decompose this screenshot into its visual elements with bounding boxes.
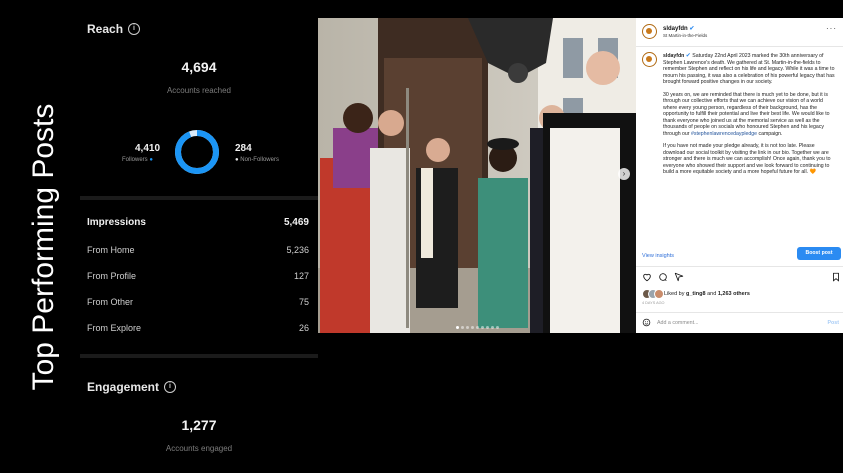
post-header: sldayfdn ✔ St Martin-in-the-Fields ··· — [636, 18, 843, 47]
info-icon[interactable]: i — [164, 381, 177, 393]
chevron-right-icon: › — [622, 169, 626, 178]
liked-by-text: Liked by g_ting8 and 1,263 others — [664, 291, 750, 297]
engagement-title: Engagement — [87, 380, 160, 394]
carousel-dot — [495, 326, 499, 329]
engagement-header: Engagement i — [87, 380, 177, 394]
post-location[interactable]: St Martin-in-the-Fields — [663, 33, 707, 38]
carousel-dot — [465, 326, 469, 329]
impressions-source-row: From Home 5,236 — [87, 245, 309, 255]
post-photo-illustration — [318, 18, 636, 333]
carousel-dot — [455, 326, 459, 329]
non-followers-value: 284 — [235, 143, 252, 154]
impressions-source-row: From Other 75 — [87, 297, 309, 307]
post-photo[interactable]: › — [318, 18, 636, 333]
view-insights-link[interactable]: View insights — [642, 253, 674, 259]
comment-bar: Add a comment... Post — [636, 312, 843, 333]
impressions-total: 5,469 — [283, 217, 309, 228]
share-icon[interactable] — [674, 272, 684, 282]
impressions-source-row: From Profile 127 — [87, 271, 309, 281]
carousel-dot — [480, 326, 484, 329]
slide-title: Top Performing Posts — [27, 103, 60, 391]
verified-icon: ✔ — [685, 53, 691, 59]
impressions-row: Impressions 5,469 — [87, 217, 309, 228]
heart-icon[interactable] — [642, 272, 652, 282]
non-followers-label: ● Non-Followers — [235, 157, 279, 163]
avatar[interactable] — [642, 52, 657, 67]
followers-value: 4,410 — [135, 143, 161, 154]
bookmark-icon[interactable] — [831, 272, 841, 282]
verified-icon: ✔ — [689, 26, 695, 32]
hashtag-link[interactable]: #stephenlawrencedaypledge — [691, 131, 757, 137]
liker-avatars — [642, 289, 666, 299]
avatar[interactable] — [642, 24, 657, 39]
post-caption: sldayfdn ✔ Saturday 22nd April 2023 mark… — [663, 53, 835, 175]
reach-header: Reach i — [87, 22, 141, 36]
emoji-icon[interactable] — [642, 318, 651, 327]
carousel-next-button[interactable]: › — [618, 168, 630, 180]
post-timestamp: 4 DAYS AGO — [642, 301, 665, 305]
slide: Top Performing Posts Reach i 4,694 Accou… — [0, 0, 843, 473]
accounts-engaged-label: Accounts engaged — [165, 444, 233, 453]
reach-title: Reach — [87, 22, 124, 36]
carousel-dot — [490, 326, 494, 329]
comment-input[interactable]: Add a comment... — [657, 320, 699, 326]
followers-donut-chart — [175, 130, 219, 174]
carousel-indicator — [318, 323, 636, 329]
followers-arc — [175, 130, 219, 174]
liked-by-others[interactable]: 1,263 others — [718, 291, 750, 297]
more-icon[interactable]: ··· — [826, 24, 837, 33]
comment-icon[interactable] — [658, 272, 668, 282]
avatar — [654, 289, 664, 299]
section-divider — [80, 354, 318, 358]
info-icon[interactable]: i — [128, 23, 141, 35]
post-detail-panel: sldayfdn ✔ St Martin-in-the-Fields ··· s… — [636, 18, 843, 333]
carousel-dot — [485, 326, 489, 329]
impressions-source-row: From Explore 26 — [87, 323, 309, 333]
post-username[interactable]: sldayfdn ✔ — [663, 25, 694, 32]
post-comment-button[interactable]: Post — [828, 320, 839, 326]
accounts-reached-label: Accounts reached — [166, 86, 232, 95]
boost-post-button[interactable]: Boost post — [797, 247, 841, 260]
caption-username[interactable]: sldayfdn — [663, 53, 684, 59]
post-actions: Liked by g_ting8 and 1,263 others 4 DAYS… — [636, 266, 843, 333]
impressions-title: Impressions — [87, 217, 146, 228]
followers-label: Followers ● — [122, 157, 153, 163]
accounts-reached-value: 4,694 — [181, 59, 217, 75]
section-divider — [80, 196, 318, 200]
accounts-engaged-value: 1,277 — [181, 417, 217, 433]
liked-by-user[interactable]: g_ting8 — [686, 291, 706, 297]
carousel-dot — [470, 326, 474, 329]
carousel-dot — [475, 326, 479, 329]
carousel-dot — [460, 326, 464, 329]
insights-panel: Reach i 4,694 Accounts reached 4,410 Fol… — [80, 8, 318, 473]
